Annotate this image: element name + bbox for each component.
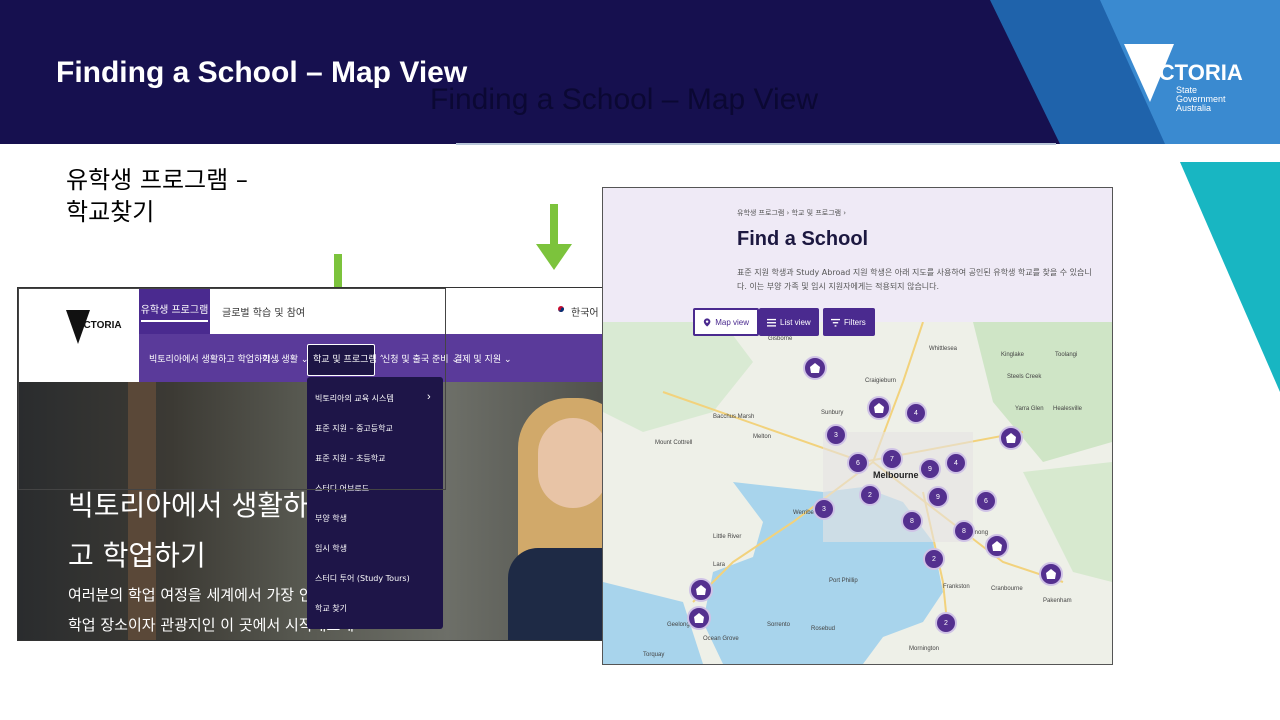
korean-heading: 유학생 프로그램 – 학교찾기: [66, 164, 248, 228]
dropdown-item[interactable]: 스터디 투어 (Study Tours): [315, 573, 410, 584]
map-place: Torquay: [643, 652, 665, 658]
map-place: Yarra Glen: [1015, 406, 1044, 412]
map-place: Frankston: [943, 584, 970, 590]
filters-button[interactable]: Filters: [823, 308, 875, 336]
map-place: Ocean Grove: [703, 636, 739, 642]
breadcrumb[interactable]: 유학생 프로그램 › 학교 및 프로그램 ›: [737, 208, 846, 218]
slide-header: Finding a School – Map View Finding a Sc…: [0, 0, 1280, 144]
korean-heading-line1: 유학생 프로그램 –: [66, 166, 248, 194]
dropdown-item[interactable]: 표준 지원 – 초등학교: [315, 453, 386, 464]
site-logo-box[interactable]: VICTORIA: [18, 288, 139, 382]
dropdown-item[interactable]: 표준 지원 – 중고등학교: [315, 423, 393, 434]
school-pin-icon[interactable]: [1039, 562, 1063, 586]
victoria-logo-word: VICTORIA: [1138, 60, 1243, 85]
study-site-screenshot: VICTORIA 유학생 프로그램 글로벌 학습 및 참여 한국어 ⌄ 빅토리아…: [17, 287, 633, 641]
school-pin-icon[interactable]: [803, 356, 827, 380]
ghost-title: Finding a School – Map View: [430, 83, 819, 116]
page-title: Find a School: [737, 228, 869, 250]
school-cluster[interactable]: 2: [935, 612, 957, 634]
school-cluster[interactable]: 2: [859, 484, 881, 506]
teal-decoration: [1180, 162, 1280, 392]
tab-global-learning[interactable]: 글로벌 학습 및 참여: [222, 304, 305, 319]
school-cluster[interactable]: 6: [847, 452, 869, 474]
school-cluster[interactable]: 3: [825, 424, 847, 446]
map-place: Healesville: [1053, 406, 1083, 412]
nav-schools-programs[interactable]: 학교 및 프로그램 ˄: [313, 352, 384, 365]
filter-icon: [831, 318, 840, 327]
map-pin-icon: [703, 317, 711, 327]
school-cluster[interactable]: 4: [945, 452, 967, 474]
school-pin-icon[interactable]: [867, 396, 891, 420]
map-place: Little River: [713, 534, 742, 540]
nav-student-life[interactable]: 학생 생활 ⌄: [262, 352, 308, 365]
list-view-button[interactable]: List view: [759, 308, 819, 336]
slide-title: Finding a School – Map View: [56, 56, 468, 89]
school-cluster[interactable]: 8: [953, 520, 975, 542]
map-view-button[interactable]: Map view: [693, 308, 759, 336]
map-place: Geelong: [667, 622, 690, 628]
hero-student-face: [538, 418, 608, 508]
map-place: Mornington: [909, 646, 940, 652]
map-place: Toolangi: [1055, 352, 1078, 358]
chevron-right-icon[interactable]: ›: [427, 391, 431, 403]
school-cluster[interactable]: 7: [881, 448, 903, 470]
map-place: Bacchus Marsh: [713, 414, 755, 420]
map-place: Lara: [713, 562, 726, 568]
school-cluster[interactable]: 3: [813, 498, 835, 520]
school-cluster[interactable]: 8: [901, 510, 923, 532]
victoria-logo[interactable]: VICTORIA: [66, 308, 126, 358]
nav-apply-prepare[interactable]: 신청 및 출국 준비 ⌄: [382, 352, 459, 365]
school-cluster[interactable]: 9: [927, 486, 949, 508]
school-map[interactable]: Gisborne Whittlesea Kinglake Toolangi Cr…: [603, 321, 1112, 664]
school-cluster[interactable]: 2: [923, 548, 945, 570]
map-place: Kinglake: [1001, 352, 1025, 358]
page-description: 표준 지원 학생과 Study Abroad 지원 학생은 아래 지도를 사용하…: [737, 268, 1092, 291]
nav-payment-support[interactable]: 결제 및 지원 ⌄: [454, 352, 512, 365]
victoria-logo-sub: State Government Australia: [1176, 85, 1226, 113]
school-cluster[interactable]: 6: [975, 490, 997, 512]
divider-line: [456, 143, 1056, 145]
korea-flag-icon: [555, 303, 567, 315]
arrow-down-icon: [536, 204, 572, 270]
schools-dropdown-menu: 빅토리아의 교육 시스템 › 표준 지원 – 중고등학교 표준 지원 – 초등학…: [307, 377, 443, 629]
language-selector[interactable]: 한국어: [571, 304, 599, 319]
map-place: Whittlesea: [929, 346, 958, 352]
school-pin-icon[interactable]: [999, 426, 1023, 450]
hero-title-line1: 빅토리아에서 생활하: [68, 489, 309, 522]
korean-heading-line2: 학교찾기: [66, 198, 155, 226]
map-place: Port Phillip: [829, 578, 858, 584]
find-school-screenshot: 유학생 프로그램 › 학교 및 프로그램 › Find a School 표준 …: [602, 187, 1113, 665]
svg-text:VICTORIA: VICTORIA: [74, 320, 122, 331]
school-pin-icon[interactable]: [687, 606, 711, 630]
map-place-melbourne: Melbourne: [873, 470, 919, 480]
dropdown-item-find-school[interactable]: 학교 찾기: [315, 603, 347, 614]
dropdown-item[interactable]: 스터디 어브로드: [315, 483, 369, 494]
list-icon: [767, 318, 776, 327]
dropdown-item[interactable]: 임시 학생: [315, 543, 347, 554]
hero-title-line2: 고 학업하기: [68, 539, 206, 572]
map-place: Gisborne: [768, 336, 793, 342]
map-place: Pakenham: [1043, 598, 1072, 604]
map-place: Steels Creek: [1007, 374, 1042, 380]
map-place: Melton: [753, 434, 772, 440]
map-place: Craigieburn: [865, 378, 897, 384]
map-place: Rosebud: [811, 626, 836, 632]
school-pin-icon[interactable]: [985, 534, 1009, 558]
dropdown-item[interactable]: 빅토리아의 교육 시스템: [315, 393, 394, 404]
school-cluster[interactable]: 4: [905, 402, 927, 424]
find-school-header: [603, 188, 1112, 322]
dropdown-item[interactable]: 부양 학생: [315, 513, 347, 524]
map-place: Mount Cottrell: [655, 440, 693, 446]
map-place: Cranbourne: [991, 586, 1023, 592]
map-place: Sunbury: [821, 410, 844, 416]
school-cluster[interactable]: 9: [919, 458, 941, 480]
school-pin-icon[interactable]: [689, 578, 713, 602]
tab-international-program[interactable]: 유학생 프로그램: [139, 288, 210, 334]
map-place: Sorrento: [767, 622, 791, 628]
